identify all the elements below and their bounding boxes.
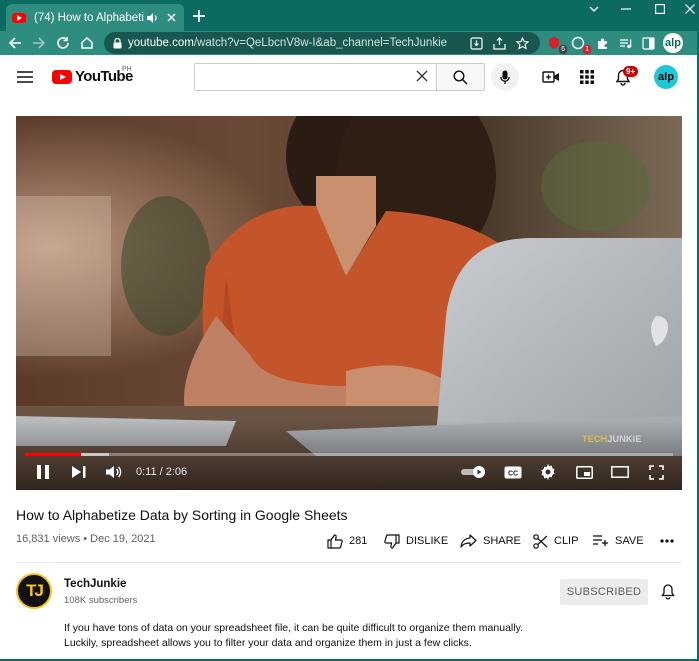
share-arrow-icon xyxy=(460,534,477,548)
like-count: 281 xyxy=(349,535,368,547)
back-icon[interactable] xyxy=(6,34,24,52)
browser-tab-active[interactable]: (74) How to Alphabetize Data xyxy=(6,4,184,31)
autoplay-toggle[interactable] xyxy=(460,462,488,482)
next-video-icon[interactable] xyxy=(70,462,88,482)
ublock-icon[interactable]: 6 xyxy=(545,34,567,54)
more-actions-icon[interactable] xyxy=(660,531,674,551)
thumbs-down-icon xyxy=(384,533,400,549)
volume-icon[interactable] xyxy=(104,462,124,482)
forward-icon[interactable] xyxy=(30,34,48,52)
chevron-down-icon[interactable] xyxy=(580,2,608,16)
install-app-icon[interactable] xyxy=(467,34,485,52)
maximize-icon[interactable] xyxy=(646,2,674,16)
captions-label: CC xyxy=(508,470,518,477)
extension-badge: 6 xyxy=(559,45,567,54)
window-close-icon[interactable] xyxy=(676,2,699,16)
media-controls-icon[interactable] xyxy=(616,34,634,52)
clip-label: CLIP xyxy=(554,535,579,547)
captions-button[interactable]: CC xyxy=(502,462,524,482)
reload-icon[interactable] xyxy=(54,34,72,52)
tab-title: (74) How to Alphabetize Data xyxy=(34,11,144,24)
dislike-button[interactable]: DISLIKE xyxy=(384,531,448,551)
share-page-icon[interactable] xyxy=(490,34,508,52)
video-player[interactable]: TECHJUNKIE 0:11 / 2:06 CC xyxy=(16,116,682,490)
pause-icon[interactable] xyxy=(34,462,52,482)
save-label: SAVE xyxy=(615,535,644,547)
youtube-logo[interactable]: YouTube xyxy=(52,68,133,85)
notification-count-badge: 9+ xyxy=(623,66,639,77)
subscribed-button[interactable]: SUBSCRIBED xyxy=(560,579,648,605)
miniplayer-icon[interactable] xyxy=(574,462,594,482)
scissors-icon xyxy=(533,533,548,549)
playlist-add-icon xyxy=(593,535,609,547)
bookmark-star-icon[interactable] xyxy=(513,34,531,52)
side-panel-icon[interactable] xyxy=(639,34,657,52)
search-box xyxy=(194,63,437,91)
video-description: If you have tons of data on your spreads… xyxy=(64,621,584,650)
description-line: Luckily, spreadsheet allows you to filte… xyxy=(64,636,472,649)
progress-bar[interactable] xyxy=(25,453,673,456)
video-watermark: TECHJUNKIE xyxy=(582,434,642,444)
lock-icon[interactable] xyxy=(113,37,122,49)
account-avatar[interactable]: alp xyxy=(654,65,678,89)
speaker-icon[interactable] xyxy=(147,12,158,23)
time-display: 0:11 / 2:06 xyxy=(136,466,188,478)
thumbs-up-icon xyxy=(327,533,343,549)
search-button[interactable] xyxy=(437,63,485,91)
clear-search-icon[interactable] xyxy=(416,70,430,84)
country-code: PH xyxy=(122,66,132,73)
description-line: If you have tons of data on your spreads… xyxy=(64,622,523,634)
home-icon[interactable] xyxy=(78,34,96,52)
youtube-masthead: YouTube PH xyxy=(0,55,699,99)
create-video-icon[interactable] xyxy=(541,67,561,87)
youtube-favicon-icon xyxy=(12,12,26,23)
channel-avatar-text: TJ xyxy=(26,581,44,600)
puzzle-extensions-icon[interactable] xyxy=(593,34,611,52)
new-tab-icon[interactable] xyxy=(190,7,208,25)
share-label: SHARE xyxy=(483,535,521,547)
save-button[interactable]: SAVE xyxy=(593,531,644,551)
share-button[interactable]: SHARE xyxy=(460,531,521,551)
channel-name[interactable]: TechJunkie xyxy=(64,578,126,590)
menu-icon[interactable] xyxy=(15,67,35,87)
channel-avatar[interactable]: TJ xyxy=(16,573,52,609)
theater-mode-icon[interactable] xyxy=(610,462,630,482)
browser-toolbar: youtube.com/watch?v=QeLbcnV8w-I&ab_chann… xyxy=(0,31,699,55)
channel-notification-bell-icon[interactable] xyxy=(658,582,678,602)
search-input[interactable] xyxy=(195,64,410,90)
settings-gear-icon[interactable] xyxy=(538,462,558,482)
extension-badge: 1 xyxy=(583,45,591,54)
fullscreen-icon[interactable] xyxy=(646,462,666,482)
clip-button[interactable]: CLIP xyxy=(533,531,578,551)
video-title: How to Alphabetize Data by Sorting in Go… xyxy=(16,507,348,523)
microphone-icon xyxy=(500,70,510,84)
browser-tab-strip: (74) How to Alphabetize Data xyxy=(0,0,699,31)
minimize-icon[interactable] xyxy=(612,2,640,16)
apps-grid-icon[interactable] xyxy=(577,67,597,87)
extension-red-icon[interactable]: 1 xyxy=(569,34,591,54)
video-view-count-date: 16,831 views • Dec 19, 2021 xyxy=(16,533,156,545)
like-button[interactable]: 281 xyxy=(327,531,367,551)
divider xyxy=(16,562,682,563)
dislike-label: DISLIKE xyxy=(406,535,449,547)
url-text: youtube.com/watch?v=QeLbcnV8w-I&ab_chann… xyxy=(128,37,448,49)
subscriber-count: 108K subscribers xyxy=(64,595,138,606)
search-icon xyxy=(453,69,468,85)
tab-close-icon[interactable] xyxy=(164,11,178,25)
voice-search-button[interactable] xyxy=(491,63,519,91)
browser-profile-avatar[interactable]: alp xyxy=(663,33,683,53)
progress-played xyxy=(25,453,82,456)
youtube-play-logo-icon xyxy=(52,69,72,84)
